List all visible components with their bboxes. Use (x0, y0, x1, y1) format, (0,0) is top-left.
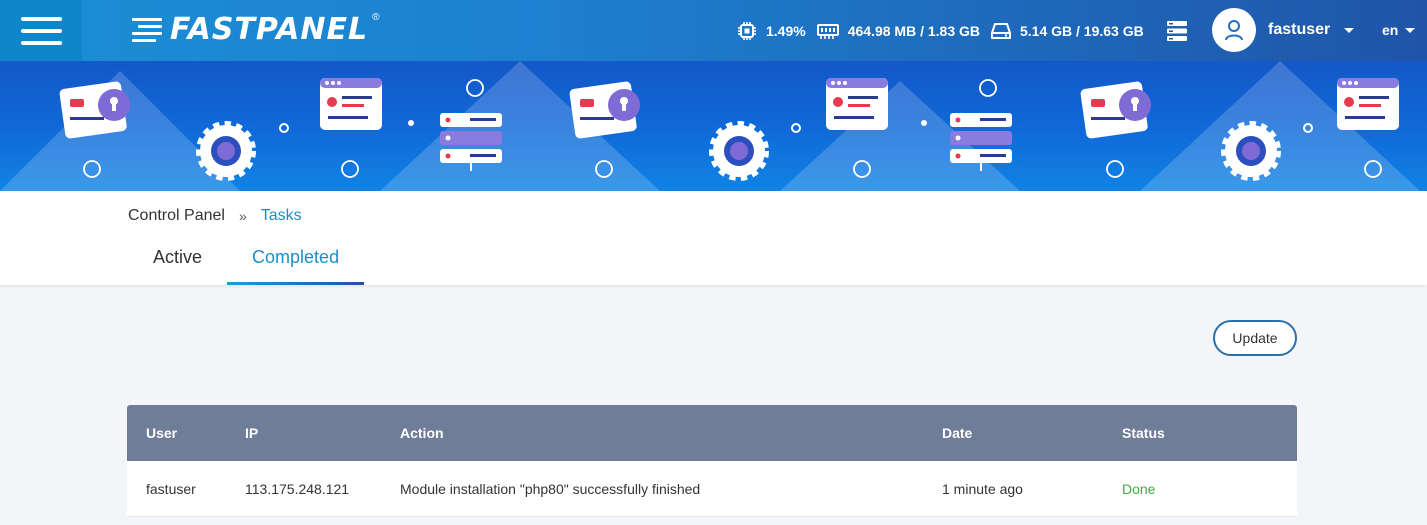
column-header-status[interactable]: Status (1122, 425, 1165, 441)
menu-line (20, 40, 62, 45)
decorative-banner (0, 61, 1427, 191)
username: fastuser (1268, 21, 1331, 38)
table-header: User IP Action Date Status (127, 405, 1297, 461)
cell-user: fastuser (146, 480, 196, 497)
registered-mark: ® (372, 12, 380, 23)
disk-value: 5.14 GB / 19.63 GB (1020, 22, 1144, 39)
logo-mark-icon (132, 17, 162, 42)
column-header-date[interactable]: Date (942, 425, 972, 441)
status-badge: Done (1122, 480, 1156, 497)
disk-icon (991, 22, 1011, 39)
menu-line (20, 16, 62, 21)
table-row[interactable]: fastuser 113.175.248.121 Module installa… (127, 461, 1297, 517)
resource-stats: 1.49% 464.98 MB / 1.83 GB 5.14 GB / 19.6… (737, 0, 1155, 61)
chevron-down-icon (1344, 27, 1355, 33)
tab-active[interactable]: Active (128, 243, 227, 285)
ram-stat: 464.98 MB / 1.83 GB (816, 22, 980, 40)
cell-ip: 113.175.248.121 (245, 480, 350, 497)
logo-text: FASTPANEL (170, 12, 369, 47)
language-selector[interactable]: en (1382, 22, 1416, 38)
memory-icon (816, 23, 839, 39)
cpu-icon (738, 21, 756, 40)
menu-line (20, 28, 62, 33)
breadcrumb-separator: » (238, 208, 247, 224)
disk-stat: 5.14 GB / 19.63 GB (991, 21, 1144, 41)
banner-illustration (0, 61, 1420, 191)
page-header: Control Panel » Tasks Active Completed (0, 191, 1427, 285)
column-header-action[interactable]: Action (400, 425, 444, 441)
cell-action: Module installation "php80" successfully… (400, 480, 701, 497)
cell-date: 1 minute ago (942, 480, 1023, 497)
task-tabs: Active Completed (128, 243, 365, 285)
language-label: en (1382, 22, 1399, 38)
cpu-value: 1.49% (766, 22, 806, 39)
breadcrumb: Control Panel » Tasks (128, 207, 302, 225)
avatar (1212, 8, 1256, 52)
chevron-down-icon (1405, 27, 1416, 33)
hamburger-menu-button[interactable] (0, 0, 82, 61)
ram-value: 464.98 MB / 1.83 GB (847, 22, 980, 39)
logo[interactable]: FASTPANEL ® (132, 12, 383, 47)
servers-icon[interactable] (1167, 21, 1187, 41)
breadcrumb-control-panel[interactable]: Control Panel (128, 207, 225, 225)
update-button[interactable]: Update (1213, 320, 1297, 356)
cpu-stat: 1.49% (737, 21, 806, 41)
tab-completed[interactable]: Completed (227, 243, 365, 285)
top-bar: FASTPANEL ® 1.49% 464.98 MB / 1.83 GB 5.… (0, 0, 1427, 61)
column-header-ip[interactable]: IP (245, 425, 258, 441)
user-icon (1225, 20, 1243, 41)
breadcrumb-tasks: Tasks (260, 207, 302, 224)
column-header-user[interactable]: User (146, 425, 177, 441)
user-menu[interactable]: fastuser (1212, 8, 1355, 52)
tasks-table: User IP Action Date Status fastuser 113.… (127, 405, 1297, 517)
